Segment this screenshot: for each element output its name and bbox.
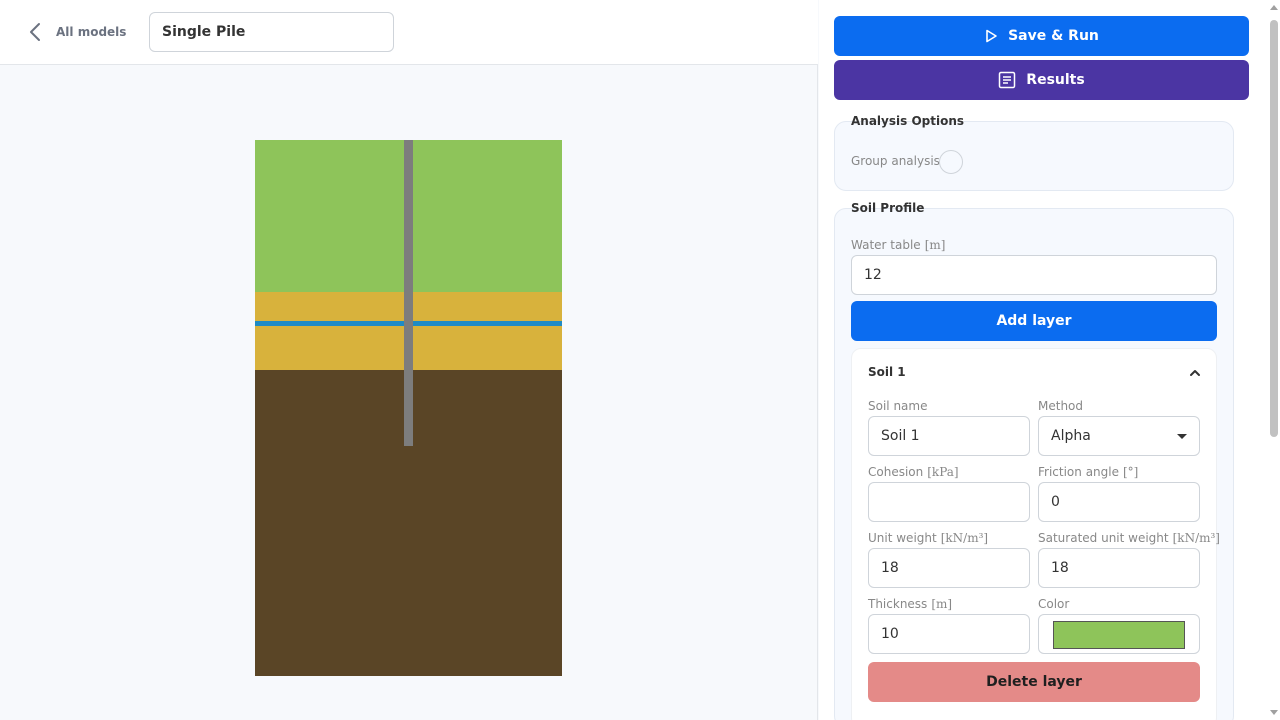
saturated-unit-weight-label: Saturated unit weight [kN/m³] xyxy=(1038,531,1220,545)
friction-angle-input[interactable]: 0 xyxy=(1038,482,1200,522)
delete-layer-button[interactable]: Delete layer xyxy=(868,662,1200,702)
cohesion-input[interactable] xyxy=(868,482,1030,522)
thickness-unit: [m] xyxy=(931,597,953,611)
back-label: All models xyxy=(56,25,127,39)
water-table-unit: [m] xyxy=(924,238,946,252)
play-icon xyxy=(986,29,997,43)
soil-profile-title: Soil Profile xyxy=(851,201,925,215)
friction-angle-unit: [°] xyxy=(1123,465,1139,479)
scrollbar-thumb[interactable] xyxy=(1270,20,1278,437)
cohesion-label: Cohesion [kPa] xyxy=(868,465,959,479)
group-analysis-label: Group analysis xyxy=(851,154,940,168)
soil-profile-card: Soil Profile Water table [m] 12 Add layer… xyxy=(834,201,1234,720)
saturated-unit-weight-unit: [kN/m³] xyxy=(1172,531,1220,545)
results-label: Results xyxy=(1026,72,1085,88)
soil-name-label: Soil name xyxy=(868,399,928,413)
scroll-down-arrow-icon[interactable] xyxy=(1270,710,1278,715)
layer-title: Soil 1 xyxy=(868,365,906,379)
group-analysis-toggle[interactable] xyxy=(939,150,963,174)
pile xyxy=(404,140,413,446)
chevron-up-icon[interactable] xyxy=(1188,366,1202,380)
soil-name-input[interactable]: Soil 1 xyxy=(868,416,1030,456)
cohesion-unit: [kPa] xyxy=(927,465,959,479)
model-name-input[interactable]: Single Pile xyxy=(149,12,394,52)
soil-profile-canvas xyxy=(255,140,562,676)
scroll-up-arrow-icon[interactable] xyxy=(1270,5,1278,10)
unit-weight-input[interactable]: 18 xyxy=(868,548,1030,588)
top-bar: All models Single Pile xyxy=(0,0,818,65)
thickness-label-text: Thickness xyxy=(868,597,928,611)
unit-weight-label: Unit weight [kN/m³] xyxy=(868,531,988,545)
unit-weight-label-text: Unit weight xyxy=(868,531,937,545)
delete-layer-label: Delete layer xyxy=(986,674,1082,690)
thickness-label: Thickness [m] xyxy=(868,597,952,611)
friction-angle-label-text: Friction angle xyxy=(1038,465,1119,479)
save-run-button[interactable]: Save & Run xyxy=(834,16,1249,56)
add-layer-label: Add layer xyxy=(996,313,1072,329)
soil-layer-card: Soil 1 Soil name Soil 1 Method Alpha Coh… xyxy=(851,348,1220,720)
unit-weight-unit: [kN/m³] xyxy=(940,531,989,545)
method-label: Method xyxy=(1038,399,1084,413)
saturated-unit-weight-label-text: Saturated unit weight xyxy=(1038,531,1169,545)
results-button[interactable]: Results xyxy=(834,60,1249,100)
model-view: All models Single Pile xyxy=(0,0,818,720)
method-select[interactable]: Alpha xyxy=(1038,416,1200,456)
analysis-options-title: Analysis Options xyxy=(851,114,965,128)
back-to-models-link[interactable]: All models xyxy=(26,20,126,44)
thickness-input[interactable]: 10 xyxy=(868,614,1030,654)
save-run-label: Save & Run xyxy=(1008,28,1099,44)
water-table-label-text: Water table xyxy=(851,238,921,252)
chevron-left-icon xyxy=(30,23,40,41)
color-picker[interactable] xyxy=(1038,614,1200,654)
saturated-unit-weight-input[interactable]: 18 xyxy=(1038,548,1200,588)
cohesion-label-text: Cohesion xyxy=(868,465,924,479)
properties-panel: Save & Run Results Analysis Options Grou… xyxy=(819,0,1280,720)
water-table-input[interactable]: 12 xyxy=(851,255,1217,295)
color-label: Color xyxy=(1038,597,1070,611)
dropdown-arrow-icon xyxy=(1177,434,1187,439)
friction-angle-label: Friction angle [°] xyxy=(1038,465,1138,479)
document-icon xyxy=(999,71,1016,89)
method-value: Alpha xyxy=(1051,428,1091,444)
water-table-label: Water table [m] xyxy=(851,238,945,252)
add-layer-button[interactable]: Add layer xyxy=(851,301,1217,341)
analysis-options-card: Analysis Options Group analysis xyxy=(834,114,1234,191)
panel-scrollbar[interactable] xyxy=(1268,0,1280,720)
color-swatch xyxy=(1053,621,1185,649)
